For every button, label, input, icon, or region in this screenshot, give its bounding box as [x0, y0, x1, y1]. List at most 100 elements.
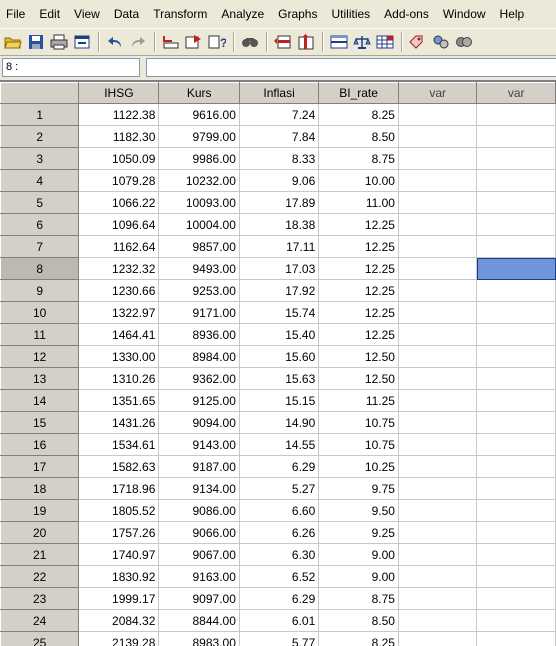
data-cell[interactable]: 1162.64 [79, 236, 159, 258]
row-number[interactable]: 15 [1, 412, 79, 434]
data-cell[interactable]: 15.15 [239, 390, 318, 412]
menu-graphs[interactable]: Graphs [271, 0, 324, 28]
data-cell[interactable]: 9.25 [319, 522, 399, 544]
empty-cell[interactable] [477, 148, 556, 170]
data-cell[interactable]: 8936.00 [159, 324, 239, 346]
menu-edit[interactable]: Edit [32, 0, 67, 28]
data-cell[interactable]: 9799.00 [159, 126, 239, 148]
data-cell[interactable]: 6.29 [239, 456, 318, 478]
empty-cell[interactable] [477, 522, 556, 544]
row-number[interactable]: 3 [1, 148, 79, 170]
data-cell[interactable]: 9253.00 [159, 280, 239, 302]
data-cell[interactable]: 1079.28 [79, 170, 159, 192]
column-header-var[interactable]: var [477, 83, 556, 104]
data-cell[interactable]: 8.25 [319, 104, 399, 126]
data-cell[interactable]: 8.50 [319, 610, 399, 632]
column-header-var[interactable]: var [398, 83, 476, 104]
row-number[interactable]: 14 [1, 390, 79, 412]
data-cell[interactable]: 1232.32 [79, 258, 159, 280]
menu-help[interactable]: Help [493, 0, 532, 28]
data-cell[interactable]: 8.75 [319, 148, 399, 170]
empty-cell[interactable] [477, 214, 556, 236]
row-number[interactable]: 4 [1, 170, 79, 192]
row-number[interactable]: 19 [1, 500, 79, 522]
empty-cell[interactable] [398, 104, 476, 126]
data-cell[interactable]: 12.25 [319, 236, 399, 258]
empty-cell[interactable] [398, 478, 476, 500]
data-cell[interactable]: 1464.41 [79, 324, 159, 346]
menu-view[interactable]: View [67, 0, 107, 28]
empty-cell[interactable] [477, 588, 556, 610]
data-cell[interactable]: 9362.00 [159, 368, 239, 390]
empty-cell[interactable] [477, 412, 556, 434]
data-cell[interactable]: 1066.22 [79, 192, 159, 214]
data-cell[interactable]: 1050.09 [79, 148, 159, 170]
data-cell[interactable]: 9094.00 [159, 412, 239, 434]
open-folder-icon[interactable] [2, 31, 24, 53]
data-cell[interactable]: 9187.00 [159, 456, 239, 478]
empty-cell[interactable] [398, 346, 476, 368]
empty-cell[interactable] [398, 610, 476, 632]
data-cell[interactable]: 10.00 [319, 170, 399, 192]
data-cell[interactable]: 6.26 [239, 522, 318, 544]
empty-cell[interactable] [398, 192, 476, 214]
empty-cell[interactable] [398, 368, 476, 390]
row-number[interactable]: 2 [1, 126, 79, 148]
row-number[interactable]: 7 [1, 236, 79, 258]
data-cell[interactable]: 8.33 [239, 148, 318, 170]
data-cell[interactable]: 9097.00 [159, 588, 239, 610]
row-number[interactable]: 21 [1, 544, 79, 566]
empty-cell[interactable] [398, 258, 476, 280]
empty-cell[interactable] [477, 610, 556, 632]
empty-cell[interactable] [477, 126, 556, 148]
data-cell[interactable]: 15.63 [239, 368, 318, 390]
data-cell[interactable]: 15.40 [239, 324, 318, 346]
column-header-bi-rate[interactable]: BI_rate [319, 83, 399, 104]
empty-cell[interactable] [477, 192, 556, 214]
empty-cell[interactable] [477, 104, 556, 126]
data-cell[interactable]: 8.50 [319, 126, 399, 148]
empty-cell[interactable] [398, 126, 476, 148]
row-number[interactable]: 16 [1, 434, 79, 456]
insert-cases-icon[interactable] [272, 31, 294, 53]
empty-cell[interactable] [398, 500, 476, 522]
data-cell[interactable]: 6.30 [239, 544, 318, 566]
empty-cell[interactable] [398, 522, 476, 544]
empty-cell[interactable] [477, 434, 556, 456]
data-cell[interactable]: 9493.00 [159, 258, 239, 280]
empty-cell[interactable] [477, 236, 556, 258]
data-cell[interactable]: 8984.00 [159, 346, 239, 368]
select-cases-icon[interactable] [374, 31, 396, 53]
menu-window[interactable]: Window [436, 0, 493, 28]
row-number[interactable]: 11 [1, 324, 79, 346]
menu-analyze[interactable]: Analyze [214, 0, 271, 28]
goto-case-icon[interactable] [160, 31, 182, 53]
print-icon[interactable] [48, 31, 70, 53]
row-number[interactable]: 5 [1, 192, 79, 214]
insert-variable-icon[interactable] [295, 31, 317, 53]
data-cell[interactable]: 9171.00 [159, 302, 239, 324]
empty-cell[interactable] [398, 544, 476, 566]
empty-cell[interactable] [477, 170, 556, 192]
data-cell[interactable]: 9086.00 [159, 500, 239, 522]
row-number[interactable]: 13 [1, 368, 79, 390]
data-cell[interactable]: 9125.00 [159, 390, 239, 412]
data-cell[interactable]: 15.74 [239, 302, 318, 324]
value-labels-icon[interactable] [407, 31, 429, 53]
empty-cell[interactable] [398, 148, 476, 170]
row-number[interactable]: 9 [1, 280, 79, 302]
row-number[interactable]: 10 [1, 302, 79, 324]
data-cell[interactable]: 14.90 [239, 412, 318, 434]
empty-cell[interactable] [398, 280, 476, 302]
data-cell[interactable]: 1122.38 [79, 104, 159, 126]
menu-transform[interactable]: Transform [146, 0, 214, 28]
empty-cell[interactable] [477, 456, 556, 478]
column-header-kurs[interactable]: Kurs [159, 83, 239, 104]
data-cell[interactable]: 6.52 [239, 566, 318, 588]
data-cell[interactable]: 8.75 [319, 588, 399, 610]
empty-cell[interactable] [477, 302, 556, 324]
data-cell[interactable]: 1182.30 [79, 126, 159, 148]
data-cell[interactable]: 9.00 [319, 544, 399, 566]
row-number[interactable]: 20 [1, 522, 79, 544]
data-cell[interactable]: 5.27 [239, 478, 318, 500]
